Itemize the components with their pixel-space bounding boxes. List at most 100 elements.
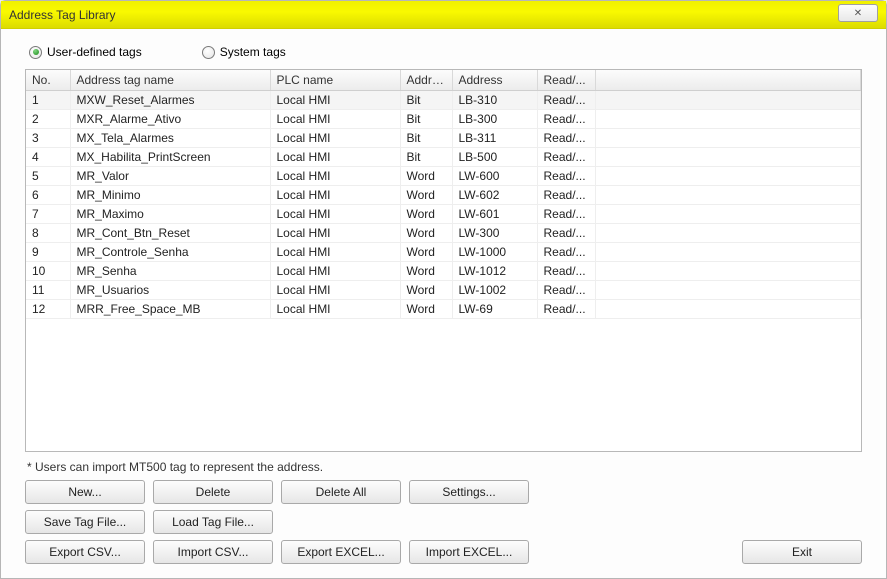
cell-name: MR_Senha <box>70 262 270 281</box>
cell-name: MXW_Reset_Alarmes <box>70 91 270 110</box>
cell-atype: Bit <box>400 110 452 129</box>
cell-plc: Local HMI <box>270 262 400 281</box>
cell-atype: Bit <box>400 129 452 148</box>
cell-spare <box>595 91 861 110</box>
cell-atype: Word <box>400 262 452 281</box>
col-header-spare[interactable] <box>595 70 861 91</box>
table-row[interactable]: 1MXW_Reset_AlarmesLocal HMIBitLB-310Read… <box>26 91 861 110</box>
dialog-window: Address Tag Library ✕ User-defined tags … <box>0 0 887 579</box>
cell-addr: LW-601 <box>452 205 537 224</box>
table-row[interactable]: 3MX_Tela_AlarmesLocal HMIBitLB-311Read/.… <box>26 129 861 148</box>
exit-button[interactable]: Exit <box>742 540 862 564</box>
cell-plc: Local HMI <box>270 148 400 167</box>
cell-addr: LW-1012 <box>452 262 537 281</box>
table-row[interactable]: 8MR_Cont_Btn_ResetLocal HMIWordLW-300Rea… <box>26 224 861 243</box>
window-title: Address Tag Library <box>9 8 116 22</box>
cell-spare <box>595 110 861 129</box>
table-row[interactable]: 10MR_SenhaLocal HMIWordLW-1012Read/... <box>26 262 861 281</box>
import-csv-button[interactable]: Import CSV... <box>153 540 273 564</box>
cell-name: MR_Usuarios <box>70 281 270 300</box>
cell-no: 12 <box>26 300 70 319</box>
col-header-no[interactable]: No. <box>26 70 70 91</box>
cell-atype: Word <box>400 300 452 319</box>
cell-addr: LW-1002 <box>452 281 537 300</box>
cell-addr: LB-300 <box>452 110 537 129</box>
col-header-address[interactable]: Address <box>452 70 537 91</box>
cell-name: MRR_Free_Space_MB <box>70 300 270 319</box>
cell-plc: Local HMI <box>270 91 400 110</box>
table-row[interactable]: 4MX_Habilita_PrintScreenLocal HMIBitLB-5… <box>26 148 861 167</box>
table-row[interactable]: 7MR_MaximoLocal HMIWordLW-601Read/... <box>26 205 861 224</box>
cell-atype: Word <box>400 205 452 224</box>
tag-scope-radio-group: User-defined tags System tags <box>25 41 862 69</box>
cell-spare <box>595 281 861 300</box>
table-row[interactable]: 2MXR_Alarme_AtivoLocal HMIBitLB-300Read/… <box>26 110 861 129</box>
cell-no: 6 <box>26 186 70 205</box>
cell-no: 2 <box>26 110 70 129</box>
save-tag-file-button[interactable]: Save Tag File... <box>25 510 145 534</box>
export-csv-button[interactable]: Export CSV... <box>25 540 145 564</box>
radio-label: System tags <box>220 45 286 59</box>
cell-no: 5 <box>26 167 70 186</box>
table-row[interactable]: 5MR_ValorLocal HMIWordLW-600Read/... <box>26 167 861 186</box>
cell-spare <box>595 262 861 281</box>
cell-rw: Read/... <box>537 186 595 205</box>
cell-atype: Bit <box>400 91 452 110</box>
radio-user-defined-tags[interactable]: User-defined tags <box>29 45 142 59</box>
cell-atype: Word <box>400 281 452 300</box>
col-header-address-type[interactable]: Addre... <box>400 70 452 91</box>
cell-addr: LB-310 <box>452 91 537 110</box>
cell-spare <box>595 243 861 262</box>
load-tag-file-button[interactable]: Load Tag File... <box>153 510 273 534</box>
export-excel-button[interactable]: Export EXCEL... <box>281 540 401 564</box>
col-header-plc[interactable]: PLC name <box>270 70 400 91</box>
delete-button[interactable]: Delete <box>153 480 273 504</box>
table-row[interactable]: 6MR_MinimoLocal HMIWordLW-602Read/... <box>26 186 861 205</box>
import-hint: * Users can import MT500 tag to represen… <box>25 452 862 480</box>
col-header-name[interactable]: Address tag name <box>70 70 270 91</box>
cell-rw: Read/... <box>537 243 595 262</box>
cell-spare <box>595 186 861 205</box>
table-row[interactable]: 12MRR_Free_Space_MBLocal HMIWordLW-69Rea… <box>26 300 861 319</box>
cell-no: 10 <box>26 262 70 281</box>
cell-plc: Local HMI <box>270 224 400 243</box>
tag-table[interactable]: No. Address tag name PLC name Addre... A… <box>25 69 862 452</box>
titlebar[interactable]: Address Tag Library ✕ <box>1 1 886 29</box>
radio-system-tags[interactable]: System tags <box>202 45 286 59</box>
cell-no: 7 <box>26 205 70 224</box>
cell-rw: Read/... <box>537 300 595 319</box>
cell-addr: LB-311 <box>452 129 537 148</box>
cell-no: 1 <box>26 91 70 110</box>
cell-no: 4 <box>26 148 70 167</box>
delete-all-button[interactable]: Delete All <box>281 480 401 504</box>
close-button[interactable]: ✕ <box>838 4 878 22</box>
cell-name: MX_Habilita_PrintScreen <box>70 148 270 167</box>
cell-rw: Read/... <box>537 205 595 224</box>
cell-plc: Local HMI <box>270 281 400 300</box>
content-area: User-defined tags System tags No. Addres… <box>1 29 886 578</box>
radio-label: User-defined tags <box>47 45 142 59</box>
cell-name: MX_Tela_Alarmes <box>70 129 270 148</box>
cell-rw: Read/... <box>537 110 595 129</box>
settings-button[interactable]: Settings... <box>409 480 529 504</box>
cell-spare <box>595 129 861 148</box>
cell-no: 8 <box>26 224 70 243</box>
cell-rw: Read/... <box>537 91 595 110</box>
cell-plc: Local HMI <box>270 167 400 186</box>
col-header-readwrite[interactable]: Read/... <box>537 70 595 91</box>
cell-spare <box>595 167 861 186</box>
cell-spare <box>595 205 861 224</box>
cell-plc: Local HMI <box>270 205 400 224</box>
cell-addr: LW-300 <box>452 224 537 243</box>
new-button[interactable]: New... <box>25 480 145 504</box>
cell-plc: Local HMI <box>270 110 400 129</box>
table-row[interactable]: 9MR_Controle_SenhaLocal HMIWordLW-1000Re… <box>26 243 861 262</box>
cell-atype: Word <box>400 186 452 205</box>
cell-plc: Local HMI <box>270 186 400 205</box>
table-row[interactable]: 11MR_UsuariosLocal HMIWordLW-1002Read/..… <box>26 281 861 300</box>
table-header-row: No. Address tag name PLC name Addre... A… <box>26 70 861 91</box>
cell-name: MR_Maximo <box>70 205 270 224</box>
import-excel-button[interactable]: Import EXCEL... <box>409 540 529 564</box>
radio-icon <box>202 46 215 59</box>
cell-rw: Read/... <box>537 281 595 300</box>
